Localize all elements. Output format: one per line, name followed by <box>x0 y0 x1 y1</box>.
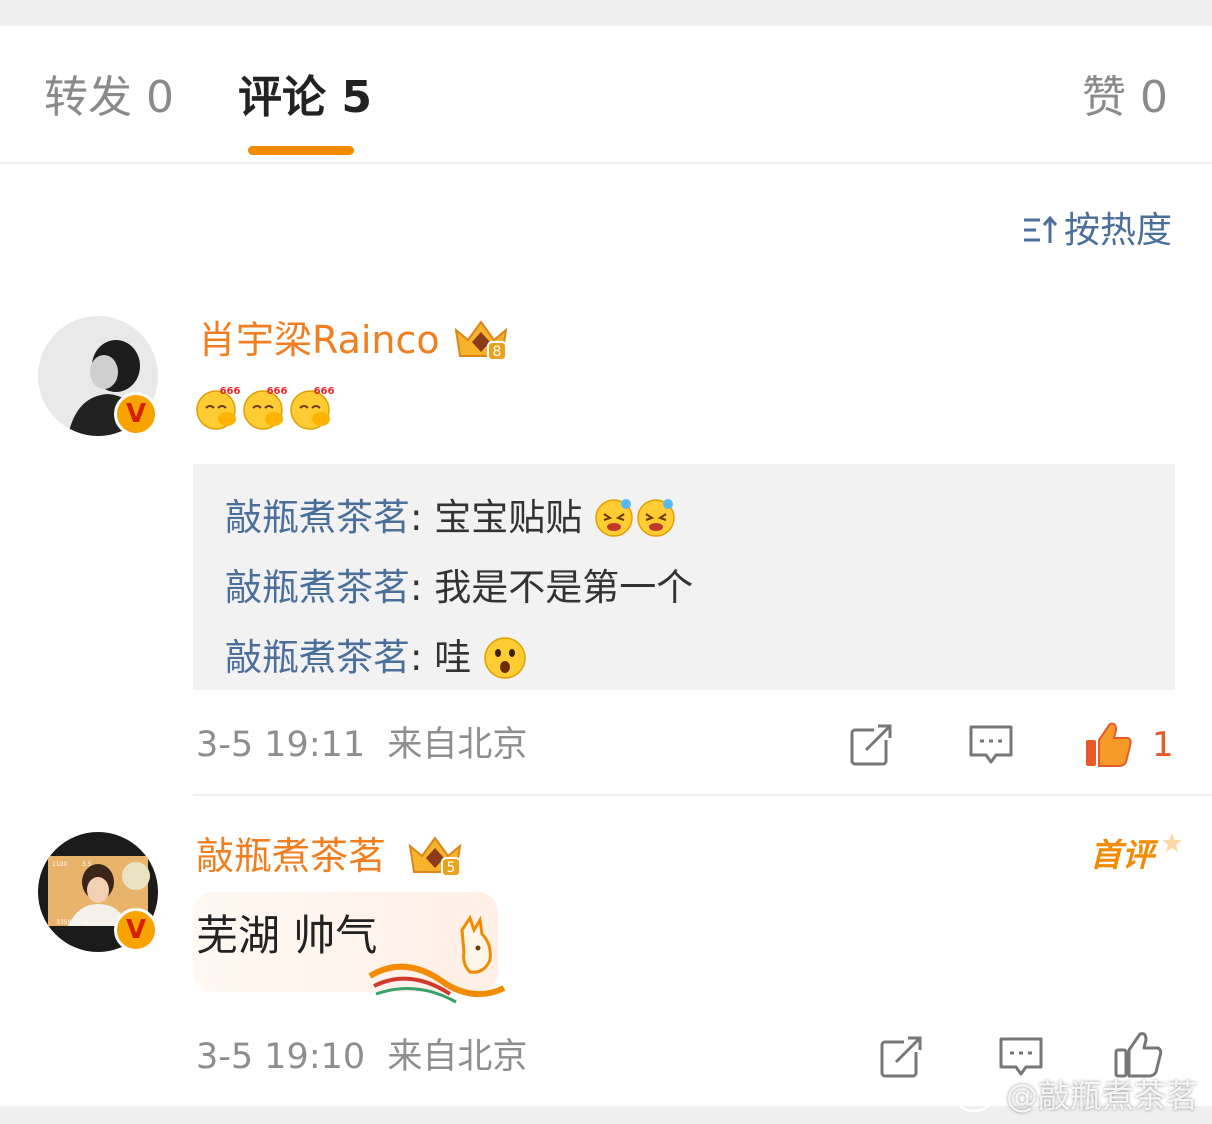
comment-location: 来自北京 <box>387 725 528 765</box>
comment-icon[interactable] <box>998 1034 1044 1080</box>
reply-text: 宝宝贴贴 <box>434 496 583 539</box>
tab-bar: 转发 0 评论 5 赞 0 <box>0 26 1212 164</box>
svg-text:1100: 1100 <box>52 861 67 868</box>
comment-location: 来自北京 <box>387 1037 528 1077</box>
comment-username[interactable]: 敲瓶煮茶茗 <box>196 832 386 880</box>
like-icon[interactable] <box>1114 1030 1164 1080</box>
comment-divider <box>193 794 1212 796</box>
svg-text:3.5: 3.5 <box>82 861 92 868</box>
weibo-logo-icon <box>956 1083 998 1113</box>
emoji-666-icon: 666 <box>290 386 335 430</box>
comment-text: 芜湖 帅气 <box>196 911 378 960</box>
active-tab-indicator <box>248 146 354 155</box>
reply-username[interactable]: 敲瓶煮茶茗 <box>225 496 410 539</box>
emoji-666-icon: 666 <box>243 386 288 430</box>
comment-username[interactable]: 肖宇梁Rainco <box>198 316 440 364</box>
share-icon[interactable] <box>848 722 894 768</box>
comment-time: 3-5 19:11 <box>196 725 366 765</box>
watermark: @敲瓶煮茶茗 <box>956 1076 1198 1116</box>
emoji-666-icon: 666 <box>196 386 241 430</box>
sort-icon <box>1023 215 1058 243</box>
emoji-hug-icon <box>595 499 675 537</box>
svg-text:666: 666 <box>267 386 288 397</box>
tab-repost[interactable]: 转发 0 <box>44 70 174 126</box>
svg-text:5: 5 <box>447 860 456 876</box>
crown-badge-icon: 8 <box>454 320 508 361</box>
sort-label: 按热度 <box>1063 210 1172 251</box>
comment-time: 3-5 19:10 <box>196 1037 366 1077</box>
reply-separator: : <box>410 566 435 609</box>
crown-badge-icon: 5 <box>408 836 462 877</box>
comment-meta: 3-5 19:11 来自北京 <box>196 722 527 768</box>
like-count: 1 <box>1152 725 1174 765</box>
star-icon <box>1162 833 1183 852</box>
svg-text:666: 666 <box>314 386 335 397</box>
emoji-surprised-icon <box>484 637 526 679</box>
verified-badge-icon: V <box>114 392 158 436</box>
reply-text: 哇 <box>434 636 472 679</box>
reply-item: 敲瓶煮茶茗: 哇 <box>225 634 527 682</box>
first-comment-label: 首评 <box>1090 836 1155 874</box>
reply-username[interactable]: 敲瓶煮茶茗 <box>225 566 410 609</box>
reply-separator: : <box>410 636 435 679</box>
svg-text:8: 8 <box>493 344 502 360</box>
reply-item: 敲瓶煮茶茗: 宝宝贴贴 <box>225 494 678 542</box>
svg-text:666: 666 <box>220 386 241 397</box>
tab-likes[interactable]: 赞 0 <box>1082 70 1168 126</box>
reply-text: 我是不是第一个 <box>434 566 694 609</box>
comment-icon[interactable] <box>968 722 1014 768</box>
tab-comments[interactable]: 评论 5 <box>238 70 372 126</box>
reply-separator: : <box>410 496 435 539</box>
like-icon[interactable] <box>1084 720 1134 770</box>
verified-badge-icon: V <box>114 908 158 952</box>
reply-item: 敲瓶煮茶茗: 我是不是第一个 <box>225 564 693 612</box>
comment-meta: 3-5 19:10 来自北京 <box>196 1034 527 1080</box>
deer-bubble-decoration-icon <box>368 914 506 1004</box>
reply-preview-box[interactable]: 敲瓶煮茶茗: 宝宝贴贴 敲瓶煮茶茗: 我是不是第一个 敲瓶煮茶茗: 哇 <box>193 464 1175 690</box>
svg-text:3359/3508: 3359/3508 <box>56 919 89 926</box>
share-icon[interactable] <box>878 1034 924 1080</box>
reply-username[interactable]: 敲瓶煮茶茗 <box>225 636 410 679</box>
watermark-text: @敲瓶煮茶茗 <box>1005 1077 1198 1115</box>
status-strip <box>0 0 1212 26</box>
first-comment-badge: 首评 <box>1090 832 1183 878</box>
sort-button[interactable]: 按热度 <box>1022 208 1172 254</box>
